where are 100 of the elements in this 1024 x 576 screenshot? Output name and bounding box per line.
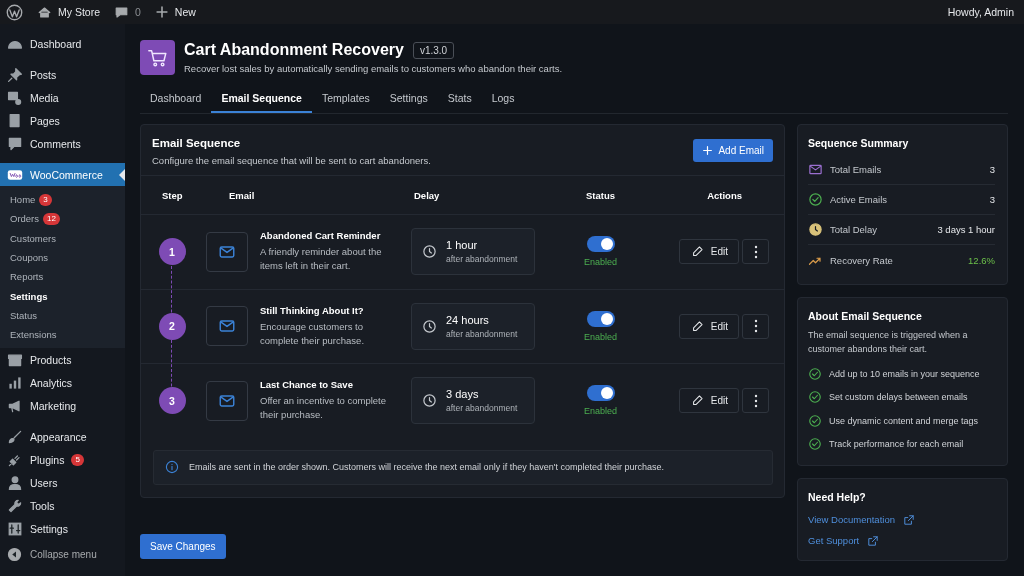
envelope-icon [808, 162, 823, 177]
submenu-item[interactable]: Customers [0, 228, 125, 248]
column-header: Email [228, 189, 255, 201]
submenu-item[interactable]: Home 3 [0, 190, 125, 210]
tab[interactable]: Logs [481, 88, 525, 113]
new-link[interactable]: New [154, 5, 196, 19]
submenu-item[interactable]: Settings [0, 286, 125, 306]
menu-item[interactable]: Settings [0, 517, 125, 541]
external-link-icon [867, 534, 880, 547]
email-title: Abandoned Cart Reminder [260, 230, 382, 242]
save-changes-button[interactable]: Save Changes [140, 533, 226, 559]
email-description: Offer an incentive to complete their purchase. [260, 394, 388, 423]
check-circle-icon [808, 192, 823, 207]
menu-item[interactable]: Comments [0, 132, 125, 155]
delay-value: 24 hours [446, 313, 490, 326]
feature-text: Set custom delays between emails [829, 392, 968, 403]
pages-icon [7, 112, 23, 129]
card-title: Email Sequence [152, 137, 242, 149]
menu-item[interactable]: Tools [0, 494, 125, 518]
tab[interactable]: Stats [437, 88, 482, 113]
feature-text: Track performance for each email [829, 439, 964, 450]
card-title: Sequence Summary [808, 137, 910, 149]
summary-label: Recovery Rate [830, 254, 894, 266]
vertical-dots-icon [753, 319, 758, 334]
clock-icon [422, 393, 437, 409]
status-label: Enabled [584, 257, 617, 268]
sliders-icon [7, 520, 23, 537]
column-header: Delay [413, 189, 440, 201]
delay-value: 3 days [446, 388, 480, 401]
pencil-icon [690, 394, 704, 408]
bar-chart-icon [7, 374, 23, 391]
info-icon [165, 460, 179, 474]
site-link[interactable]: My Store [37, 4, 100, 20]
edit-button[interactable]: Edit [678, 239, 739, 265]
menu-item[interactable]: Products [0, 348, 125, 372]
column-header: Step [161, 189, 183, 201]
summary-value: 12.6% [968, 254, 995, 266]
summary-label: Total Delay [830, 224, 878, 235]
pushpin-icon [7, 66, 23, 83]
toggle-switch[interactable] [586, 385, 615, 402]
page-subtitle: Recover lost sales by automatically sending emails to customers who abandon their carts. [184, 63, 563, 74]
feature-text: Add up to 10 emails in your sequence [829, 368, 980, 379]
menu-item[interactable]: Users [0, 471, 125, 495]
comments-link[interactable]: 0 [114, 4, 141, 20]
summary-value: 3 days 1 hour [937, 224, 995, 235]
submenu-item[interactable]: Coupons [0, 247, 125, 268]
toggle-switch[interactable] [586, 310, 615, 327]
menu-item[interactable]: Dashboard [0, 32, 125, 55]
submenu-item[interactable]: Reports [0, 267, 125, 287]
menu-item[interactable]: Appearance [0, 425, 125, 449]
check-circle-icon [808, 413, 822, 428]
add-email-button[interactable]: Add Email [693, 139, 773, 162]
submenu-item[interactable]: Status [0, 305, 125, 326]
version-badge: v1.3.0 [412, 41, 455, 59]
summary-label: Active Emails [830, 194, 888, 205]
count-badge: 12 [43, 212, 60, 225]
email-description: A friendly reminder about the items left in their cart. [260, 245, 383, 274]
check-circle-icon [808, 366, 822, 381]
tab[interactable]: Templates [311, 88, 380, 113]
menu-item[interactable]: Analytics [0, 371, 125, 395]
submenu-item[interactable]: Orders 12 [0, 209, 125, 229]
plus-icon [154, 5, 169, 19]
clock-icon [808, 222, 823, 237]
card-description: Configure the email sequence that will be sent to cart abandoners. [152, 155, 431, 166]
submenu-item[interactable]: Extensions [0, 325, 125, 345]
help-link[interactable]: View Documentation [808, 509, 997, 530]
edit-button[interactable]: Edit [678, 388, 739, 414]
edit-button[interactable]: Edit [678, 313, 739, 339]
card-title: About Email Sequence [808, 310, 923, 322]
menu-item[interactable]: Plugins 5 [0, 448, 125, 472]
tab[interactable]: Settings [379, 88, 438, 113]
help-link[interactable]: Get Support [808, 530, 997, 551]
account-link[interactable]: Howdy, Admin [947, 6, 1014, 18]
menu-item[interactable]: Marketing [0, 394, 125, 418]
status-label: Enabled [584, 406, 617, 417]
delay-note: after abandonment [446, 254, 518, 265]
count-badge: 5 [71, 453, 84, 466]
card-title: Need Help? [808, 491, 867, 503]
email-title: Still Thinking About It? [260, 304, 365, 316]
pencil-icon [690, 245, 704, 259]
about-description: The email sequence is triggered when a customer abandons their cart. [808, 329, 969, 356]
tab[interactable]: Email Sequence [211, 88, 312, 113]
menu-item[interactable]: WooCommerce [0, 163, 125, 186]
home-icon [37, 4, 52, 20]
menu-item[interactable]: Pages [0, 109, 125, 132]
clock-icon [422, 244, 437, 260]
email-title: Last Chance to Save [260, 379, 354, 391]
collapse-menu-button[interactable]: Collapse menu [0, 547, 125, 563]
summary-value: 3 [989, 194, 995, 205]
toggle-switch[interactable] [586, 236, 615, 253]
media-icon [7, 89, 23, 106]
menu-item[interactable]: Media [0, 86, 125, 109]
pencil-icon [690, 319, 704, 333]
tab[interactable]: Dashboard [140, 88, 212, 113]
menu-item[interactable]: Posts [0, 63, 125, 86]
page-title: Cart Abandonment Recovery [184, 41, 404, 59]
delay-value: 1 hour [446, 239, 479, 252]
check-circle-icon [808, 437, 822, 452]
delay-note: after abandonment [446, 403, 518, 414]
vertical-dots-icon [753, 393, 758, 408]
